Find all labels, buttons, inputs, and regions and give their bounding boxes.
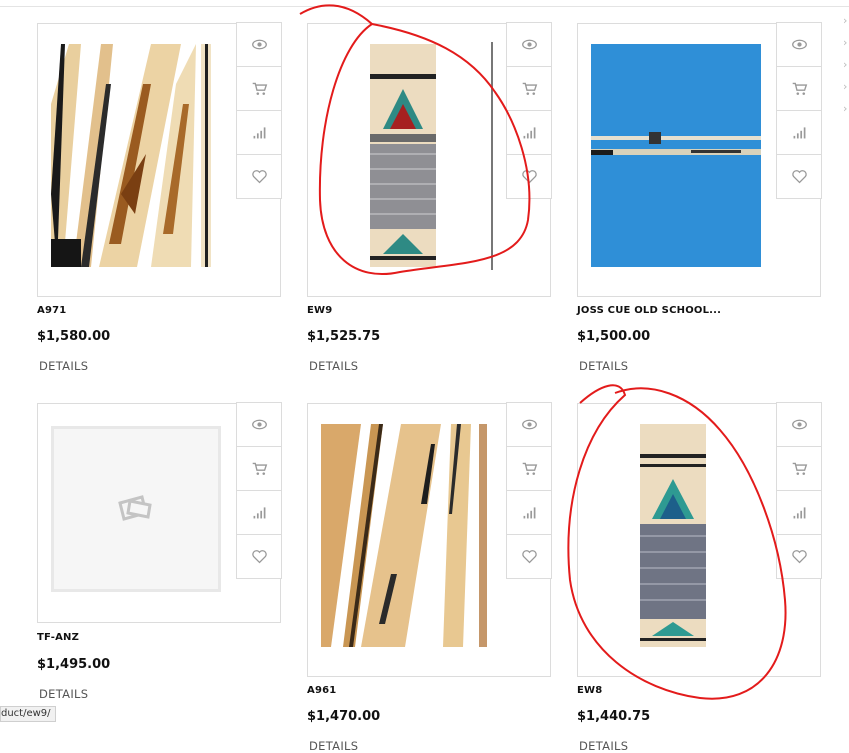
product-actions xyxy=(776,22,822,199)
product-actions xyxy=(506,402,552,579)
quick-view-button[interactable] xyxy=(777,403,821,447)
eye-icon xyxy=(791,39,807,50)
signal-bars-icon xyxy=(253,127,265,139)
eye-icon xyxy=(251,39,267,50)
cart-icon xyxy=(252,82,267,95)
quick-view-button[interactable] xyxy=(507,23,551,67)
product-price: $1,470.00 xyxy=(307,709,381,724)
side-arrows: › › › › › xyxy=(843,10,849,120)
add-to-cart-button[interactable] xyxy=(507,67,551,111)
heart-icon xyxy=(791,170,807,184)
product-price: $1,495.00 xyxy=(37,657,111,672)
signal-bars-icon xyxy=(253,507,265,519)
compare-button[interactable] xyxy=(237,491,281,535)
compare-button[interactable] xyxy=(777,491,821,535)
product-name[interactable]: EW8 xyxy=(577,685,602,696)
product-actions xyxy=(236,402,282,579)
product-image[interactable] xyxy=(51,44,221,267)
cue-shaft-line xyxy=(491,42,493,270)
product-name[interactable]: JOSS CUE OLD SCHOOL... xyxy=(577,305,721,316)
details-link[interactable]: DETAILS xyxy=(579,359,628,373)
product-image[interactable] xyxy=(321,424,491,647)
wishlist-button[interactable] xyxy=(777,155,821,198)
quick-view-button[interactable] xyxy=(237,23,281,67)
quick-view-button[interactable] xyxy=(237,403,281,447)
product-name[interactable]: EW9 xyxy=(307,305,332,316)
compare-button[interactable] xyxy=(507,491,551,535)
eye-icon xyxy=(521,419,537,430)
cart-icon xyxy=(792,82,807,95)
product-price: $1,440.75 xyxy=(577,709,651,724)
signal-bars-icon xyxy=(793,127,805,139)
compare-button[interactable] xyxy=(507,111,551,155)
product-price: $1,525.75 xyxy=(307,329,381,344)
chevron-right-icon: › xyxy=(843,80,848,93)
product-image[interactable] xyxy=(636,424,710,647)
add-to-cart-button[interactable] xyxy=(507,447,551,491)
wishlist-button[interactable] xyxy=(777,535,821,578)
details-link[interactable]: DETAILS xyxy=(39,687,88,701)
quick-view-button[interactable] xyxy=(507,403,551,447)
eye-icon xyxy=(251,419,267,430)
details-link[interactable]: DETAILS xyxy=(579,739,628,753)
add-to-cart-button[interactable] xyxy=(237,447,281,491)
heart-icon xyxy=(521,170,537,184)
wishlist-button[interactable] xyxy=(507,535,551,578)
chevron-right-icon: › xyxy=(843,14,848,27)
product-name[interactable]: TF-ANZ xyxy=(37,632,79,643)
eye-icon xyxy=(791,419,807,430)
product-name[interactable]: A971 xyxy=(37,305,66,316)
signal-bars-icon xyxy=(793,507,805,519)
cart-icon xyxy=(252,462,267,475)
product-price: $1,580.00 xyxy=(37,329,111,344)
product-price: $1,500.00 xyxy=(577,329,651,344)
heart-icon xyxy=(791,550,807,564)
product-name[interactable]: A961 xyxy=(307,685,336,696)
wishlist-button[interactable] xyxy=(237,155,281,198)
chevron-right-icon: › xyxy=(843,102,848,115)
heart-icon xyxy=(521,550,537,564)
add-to-cart-button[interactable] xyxy=(777,447,821,491)
signal-bars-icon xyxy=(523,507,535,519)
wishlist-button[interactable] xyxy=(237,535,281,578)
product-actions xyxy=(236,22,282,199)
chevron-right-icon: › xyxy=(843,58,848,71)
placeholder-image[interactable] xyxy=(51,426,221,592)
eye-icon xyxy=(521,39,537,50)
signal-bars-icon xyxy=(523,127,535,139)
quick-view-button[interactable] xyxy=(777,23,821,67)
cart-icon xyxy=(792,462,807,475)
image-placeholder-icon xyxy=(118,495,152,521)
add-to-cart-button[interactable] xyxy=(237,67,281,111)
cart-icon xyxy=(522,82,537,95)
heart-icon xyxy=(251,550,267,564)
heart-icon xyxy=(251,170,267,184)
product-actions xyxy=(776,402,822,579)
compare-button[interactable] xyxy=(777,111,821,155)
product-actions xyxy=(506,22,552,199)
wishlist-button[interactable] xyxy=(507,155,551,198)
compare-button[interactable] xyxy=(237,111,281,155)
add-to-cart-button[interactable] xyxy=(777,67,821,111)
top-divider xyxy=(0,6,849,7)
details-link[interactable]: DETAILS xyxy=(39,359,88,373)
chevron-right-icon: › xyxy=(843,36,848,49)
product-image[interactable] xyxy=(591,44,761,267)
details-link[interactable]: DETAILS xyxy=(309,739,358,753)
cart-icon xyxy=(522,462,537,475)
details-link[interactable]: DETAILS xyxy=(309,359,358,373)
product-image[interactable] xyxy=(368,44,438,267)
